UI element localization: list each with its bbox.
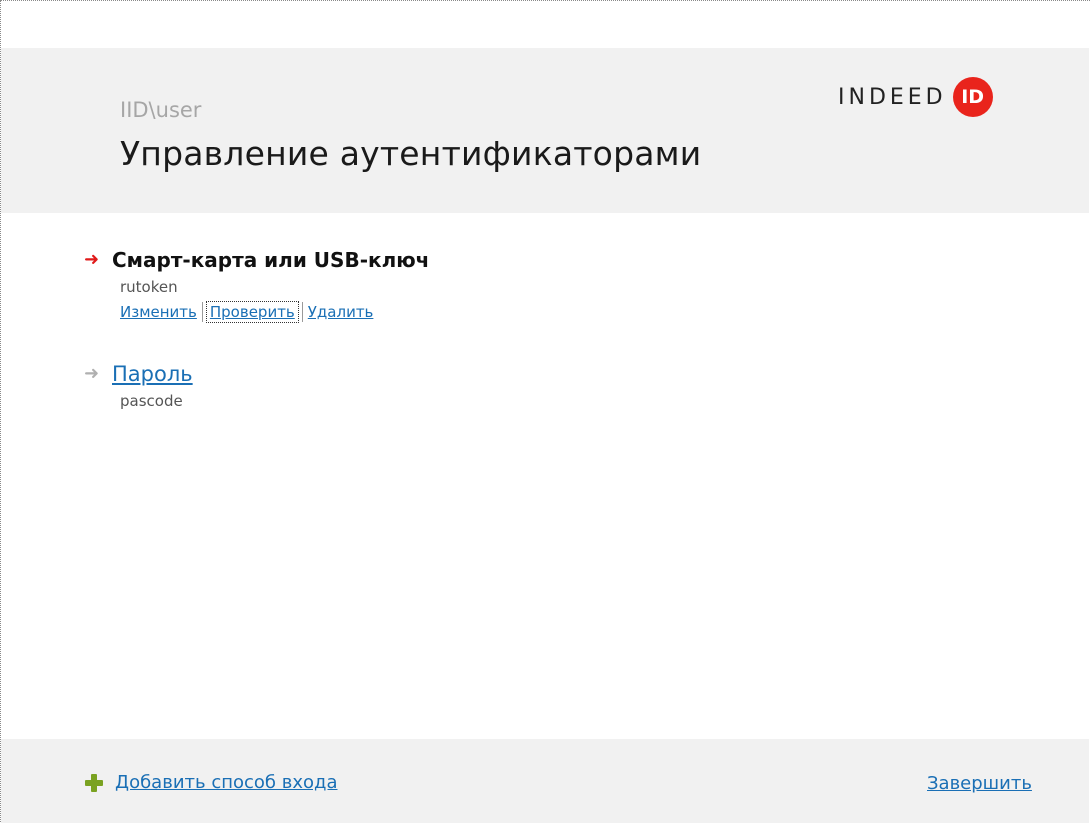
authenticator-actions: Изменить Проверить Удалить <box>120 301 429 323</box>
authenticator-subtitle: pascode <box>120 392 183 410</box>
finish: Завершить <box>927 773 1032 794</box>
verify-link[interactable]: Проверить <box>205 301 299 323</box>
logo-text: INDEED <box>838 84 947 110</box>
header-band <box>1 48 1089 213</box>
delete-link[interactable]: Удалить <box>308 303 374 321</box>
logo-badge: ID <box>952 77 993 117</box>
separator <box>301 302 303 322</box>
page-title: Управление аутентификаторами <box>120 134 702 173</box>
authenticator-title: Смарт-карта или USB-ключ <box>112 248 430 272</box>
arrow-right-icon: ➜ <box>84 363 100 384</box>
authenticator-subtitle: rutoken <box>120 278 178 296</box>
password-link[interactable]: Пароль <box>112 362 193 386</box>
add-method[interactable]: Добавить способ входа <box>85 772 338 793</box>
finish-link[interactable]: Завершить <box>927 773 1032 794</box>
authenticator-item-password: ➜ Пароль pascode <box>84 362 193 410</box>
add-method-link[interactable]: Добавить способ входа <box>115 772 338 793</box>
edit-link[interactable]: Изменить <box>120 303 197 321</box>
logo: INDEED ID <box>838 77 993 117</box>
arrow-right-icon: ➜ <box>84 249 100 270</box>
user-name: IID\user <box>120 98 202 122</box>
separator <box>201 302 203 322</box>
plus-icon <box>85 773 103 792</box>
authenticator-item-smartcard: ➜ Смарт-карта или USB-ключ rutoken Измен… <box>84 248 430 323</box>
